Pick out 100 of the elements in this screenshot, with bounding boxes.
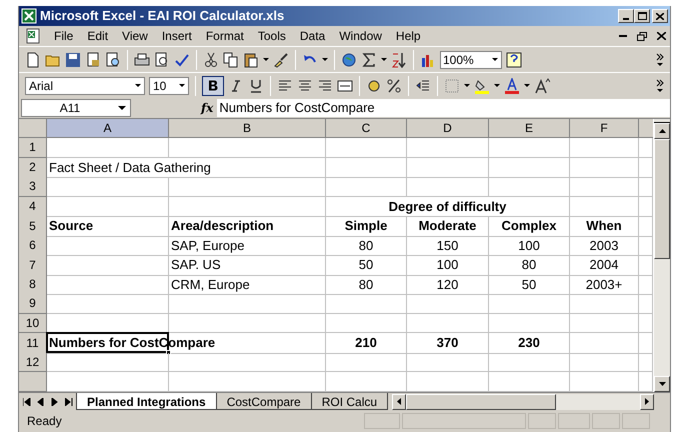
table-cell[interactable]: 50 — [489, 274, 570, 295]
help-icon[interactable] — [506, 52, 522, 68]
sheet-tab[interactable]: ROI Calcu — [310, 393, 388, 410]
toolbar-options-icon[interactable] — [656, 52, 664, 66]
table-cell[interactable]: SAP. US — [169, 255, 326, 276]
fill-color-icon[interactable] — [474, 78, 490, 94]
row-header[interactable]: 1 — [19, 138, 47, 158]
font-dropdown[interactable]: Arial — [25, 76, 145, 94]
dropdown-icon[interactable] — [494, 84, 500, 87]
table-cell[interactable] — [407, 352, 489, 372]
table-cell[interactable]: 210 — [326, 333, 407, 354]
menu-item[interactable]: Window — [332, 27, 389, 45]
table-cell[interactable]: Moderate — [407, 216, 489, 236]
menu-item[interactable]: Format — [198, 27, 251, 45]
table-cell[interactable] — [489, 352, 570, 372]
scroll-thumb[interactable] — [406, 394, 556, 410]
font-size-dropdown[interactable]: 10 — [149, 76, 189, 94]
table-cell[interactable] — [639, 196, 653, 217]
row-header[interactable]: 6 — [19, 236, 47, 256]
insert-function-button[interactable]: fx — [201, 99, 214, 117]
table-cell[interactable] — [570, 177, 639, 196]
table-cell[interactable] — [407, 314, 489, 333]
align-right-icon[interactable] — [317, 78, 333, 94]
table-cell[interactable] — [169, 352, 326, 372]
table-cell[interactable]: 370 — [407, 333, 489, 354]
table-cell[interactable] — [326, 138, 407, 158]
scroll-down-button[interactable] — [654, 376, 670, 392]
sigma-icon[interactable] — [361, 52, 377, 68]
table-cell[interactable] — [47, 255, 169, 276]
table-cell[interactable] — [489, 138, 570, 158]
table-cell[interactable] — [639, 352, 653, 372]
table-cell[interactable] — [47, 138, 169, 158]
minimize-button[interactable] — [618, 9, 634, 23]
table-cell[interactable]: Complex — [489, 216, 570, 236]
font-color-icon[interactable] — [504, 78, 520, 94]
align-center-icon[interactable] — [297, 78, 313, 94]
menu-item[interactable]: Tools — [250, 27, 293, 45]
table-cell[interactable] — [639, 158, 653, 178]
spelling-check-icon[interactable] — [174, 52, 190, 68]
table-cell[interactable]: 2003 — [570, 236, 639, 256]
menu-item[interactable]: Data — [292, 27, 332, 45]
sheet-tab[interactable]: Planned Integrations — [76, 393, 217, 410]
name-box[interactable]: A11 — [21, 99, 131, 117]
table-cell[interactable]: 50 — [326, 255, 407, 276]
column-header[interactable]: F — [570, 119, 639, 138]
row-header[interactable] — [19, 372, 47, 392]
table-cell[interactable] — [326, 352, 407, 372]
table-cell[interactable] — [570, 196, 639, 217]
table-cell[interactable] — [489, 294, 570, 314]
merge-center-icon[interactable] — [337, 78, 353, 94]
print-preview-icon[interactable] — [154, 52, 170, 68]
menu-item[interactable]: View — [115, 27, 155, 45]
table-cell[interactable] — [326, 158, 407, 178]
close-button[interactable] — [652, 9, 668, 23]
bold-button[interactable] — [202, 76, 224, 96]
column-header[interactable]: D — [407, 119, 489, 138]
restore-icon[interactable] — [637, 32, 647, 40]
scroll-right-button[interactable] — [640, 394, 654, 410]
table-cell[interactable] — [639, 216, 653, 236]
magnifier-page-icon[interactable] — [105, 52, 121, 68]
table-cell[interactable]: Area/description — [169, 216, 326, 236]
table-cell[interactable]: Degree of difficulty — [326, 196, 570, 217]
scroll-up-button[interactable] — [654, 123, 670, 139]
next-sheet-icon[interactable] — [51, 398, 59, 406]
close-icon[interactable] — [657, 32, 666, 40]
table-cell[interactable]: 80 — [489, 255, 570, 276]
zoom-dropdown[interactable]: 100% — [440, 50, 502, 68]
table-cell[interactable] — [47, 236, 169, 256]
table-cell[interactable] — [407, 158, 489, 178]
clipboard-icon[interactable] — [243, 52, 259, 68]
table-cell[interactable] — [169, 138, 326, 158]
first-sheet-icon[interactable] — [23, 398, 31, 406]
table-cell[interactable] — [570, 138, 639, 158]
table-cell[interactable]: 120 — [407, 274, 489, 295]
table-cell[interactable]: 150 — [407, 236, 489, 256]
table-cell[interactable]: 100 — [407, 255, 489, 276]
table-cell[interactable] — [639, 314, 653, 333]
table-cell[interactable]: Source — [47, 216, 169, 236]
table-cell[interactable] — [639, 333, 653, 354]
maximize-button[interactable] — [634, 9, 650, 23]
table-cell[interactable] — [407, 177, 489, 196]
globe-icon[interactable] — [341, 52, 357, 68]
table-cell[interactable]: 2004 — [570, 255, 639, 276]
workbook-icon[interactable] — [25, 28, 41, 44]
table-cell[interactable] — [639, 294, 653, 314]
table-cell[interactable] — [570, 294, 639, 314]
table-cell[interactable] — [47, 274, 169, 295]
table-cell[interactable] — [639, 177, 653, 196]
underline-icon[interactable] — [248, 78, 264, 94]
dropdown-icon[interactable] — [263, 58, 269, 61]
row-header[interactable]: 2 — [19, 158, 47, 178]
toolbar-options-icon[interactable] — [656, 78, 664, 92]
select-all-button[interactable] — [19, 119, 47, 138]
decrease-indent-icon[interactable] — [415, 78, 431, 94]
row-header[interactable]: 8 — [19, 274, 47, 295]
column-header[interactable]: C — [326, 119, 407, 138]
dropdown-icon[interactable] — [322, 58, 328, 61]
table-cell[interactable]: SAP, Europe — [169, 236, 326, 256]
table-cell[interactable] — [326, 294, 407, 314]
row-header[interactable]: 10 — [19, 314, 47, 333]
